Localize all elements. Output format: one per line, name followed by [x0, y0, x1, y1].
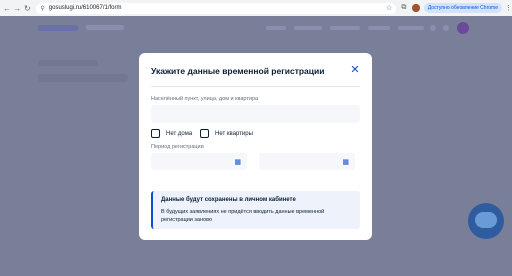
header-link — [294, 26, 322, 30]
assistant-robot-icon — [468, 203, 504, 239]
no-apartment-checkbox-row[interactable]: Нет квартиры — [200, 129, 253, 138]
extensions-icon[interactable]: ⧉ — [399, 3, 408, 13]
menu-dots-icon[interactable]: ⋮ — [505, 4, 512, 12]
url-text: gosuslugi.ru/610067/1/form — [48, 5, 122, 11]
calendar-icon[interactable]: ▦ — [342, 158, 349, 166]
modal-title: Укажите данные временной регистрации — [151, 66, 325, 76]
period-label: Период регистрации — [151, 144, 204, 150]
header-link — [368, 26, 390, 30]
background-block — [38, 74, 128, 82]
site-header — [0, 16, 512, 40]
back-icon[interactable]: ← — [2, 0, 12, 16]
no-house-label: Нет дома — [166, 130, 193, 137]
info-text: В будущих заявлениях не придётся вводить… — [161, 209, 325, 223]
bookmark-star-icon[interactable]: ☆ — [386, 4, 392, 12]
no-apartment-label: Нет квартиры — [215, 130, 253, 137]
header-icon — [430, 25, 436, 31]
address-bar[interactable]: ⚲ gosuslugi.ru/610067/1/form ☆ — [36, 2, 397, 14]
close-icon[interactable]: ✕ — [349, 64, 361, 76]
browser-toolbar: ← → ↻ ⚲ gosuslugi.ru/610067/1/form ☆ ⧉ Д… — [0, 0, 512, 16]
address-input[interactable] — [151, 105, 360, 123]
user-avatar — [457, 22, 469, 34]
site-logo — [38, 25, 78, 31]
address-label: Населённый пункт, улица, дом и квартира — [151, 96, 259, 102]
profile-avatar[interactable] — [412, 4, 420, 12]
site-info-icon[interactable]: ⚲ — [40, 5, 44, 12]
divider — [151, 86, 360, 87]
no-apartment-checkbox[interactable] — [200, 129, 209, 138]
reload-icon[interactable]: ↻ — [22, 0, 32, 16]
header-link — [398, 26, 424, 30]
header-icon — [443, 25, 449, 31]
header-region — [86, 25, 124, 30]
date-to-input[interactable]: ▦ — [259, 153, 355, 170]
forward-icon[interactable]: → — [12, 0, 22, 16]
date-from-input[interactable]: ▦ — [151, 153, 247, 170]
header-link — [330, 26, 360, 30]
chrome-update-button[interactable]: Доступно обновление Chrome — [423, 3, 502, 13]
registration-modal: Укажите данные временной регистрации ✕ Н… — [139, 53, 372, 240]
calendar-icon[interactable]: ▦ — [234, 158, 241, 166]
no-house-checkbox-row[interactable]: Нет дома — [151, 129, 192, 138]
info-notice: Данные будут сохранены в личном кабинете… — [151, 191, 360, 229]
no-house-checkbox[interactable] — [151, 129, 160, 138]
info-title: Данные будут сохранены в личном кабинете — [161, 197, 296, 203]
header-link — [266, 26, 286, 30]
background-block — [38, 60, 98, 66]
